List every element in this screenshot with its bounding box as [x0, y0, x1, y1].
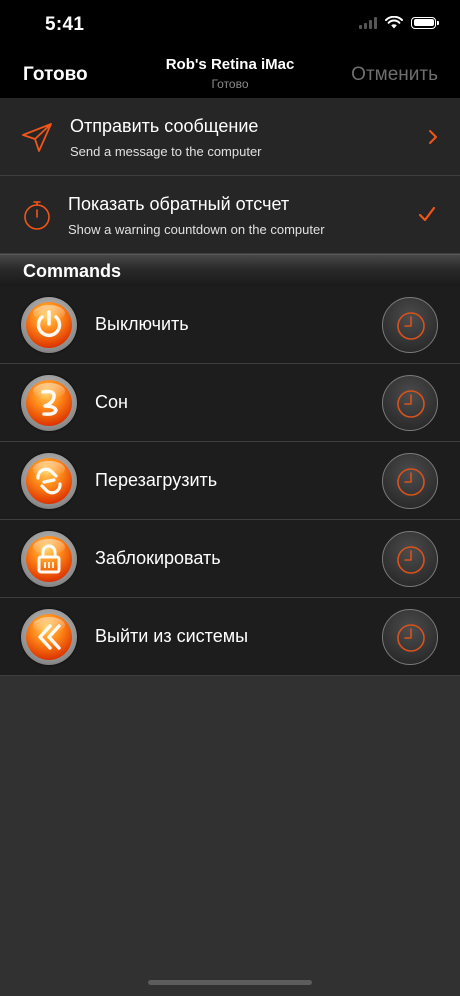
checkmark-icon [418, 206, 436, 222]
status-icons [359, 16, 439, 29]
countdown-row[interactable]: Показать обратный отсчет Show a warning … [0, 176, 460, 254]
send-message-subtitle: Send a message to the computer [70, 144, 262, 159]
shutdown-label: Выключить [95, 314, 189, 334]
battery-icon [411, 16, 439, 29]
clock-icon [397, 390, 425, 418]
clock-icon [397, 546, 425, 574]
restart-label: Перезагрузить [95, 470, 218, 490]
logout-label: Выйти из системы [95, 626, 249, 646]
sleep-timer-button[interactable] [382, 375, 438, 431]
lock-timer-button[interactable] [382, 531, 438, 587]
send-message-text: Отправить сообщение Send a message to th… [70, 116, 262, 159]
wifi-icon [385, 16, 403, 29]
command-row-restart[interactable]: Перезагрузить [0, 442, 460, 520]
sleep-button[interactable] [21, 375, 77, 431]
sleep-icon [41, 389, 58, 416]
logout-button[interactable] [21, 609, 77, 665]
clock-icon [397, 312, 425, 340]
logout-icon [38, 624, 61, 650]
commands-section-title: Commands [23, 261, 122, 281]
status-time: 5:41 [45, 14, 85, 35]
shutdown-button[interactable] [21, 297, 77, 353]
status-bar: 5:41 [0, 0, 460, 50]
lock-label: Заблокировать [95, 548, 221, 568]
cancel-button[interactable]: Отменить [351, 64, 438, 86]
countdown-title: Показать обратный отсчет [68, 194, 290, 214]
send-message-row[interactable]: Отправить сообщение Send a message to th… [0, 98, 460, 176]
command-row-sleep[interactable]: Сон [0, 364, 460, 442]
clock-icon [397, 624, 425, 652]
navigation-bar: Готово Rob's Retina iMac Готово Отменить [0, 50, 460, 98]
commands-list: Выключить Сон Перезагрузить Заблокироват… [0, 286, 460, 676]
lock-icon [37, 544, 61, 574]
command-row-logout[interactable]: Выйти из системы [0, 598, 460, 676]
options-list: Отправить сообщение Send a message to th… [0, 98, 460, 254]
restart-icon [36, 467, 62, 495]
countdown-subtitle: Show a warning countdown on the computer [68, 222, 325, 237]
restart-timer-button[interactable] [382, 453, 438, 509]
restart-button[interactable] [21, 453, 77, 509]
commands-section-header: Commands [0, 254, 460, 286]
chevron-right-icon [429, 130, 437, 144]
countdown-text: Показать обратный отсчет Show a warning … [68, 194, 325, 237]
shutdown-timer-button[interactable] [382, 297, 438, 353]
logout-timer-button[interactable] [382, 609, 438, 665]
home-indicator[interactable] [148, 980, 312, 985]
clock-icon [397, 468, 425, 496]
power-icon [36, 310, 62, 337]
stopwatch-icon [24, 201, 50, 230]
paper-plane-icon [22, 123, 52, 152]
send-message-title: Отправить сообщение [70, 116, 259, 136]
command-row-shutdown[interactable]: Выключить [0, 286, 460, 364]
command-row-lock[interactable]: Заблокировать [0, 520, 460, 598]
sleep-label: Сон [95, 392, 128, 412]
cellular-signal-icon [359, 16, 377, 29]
lock-button[interactable] [21, 531, 77, 587]
